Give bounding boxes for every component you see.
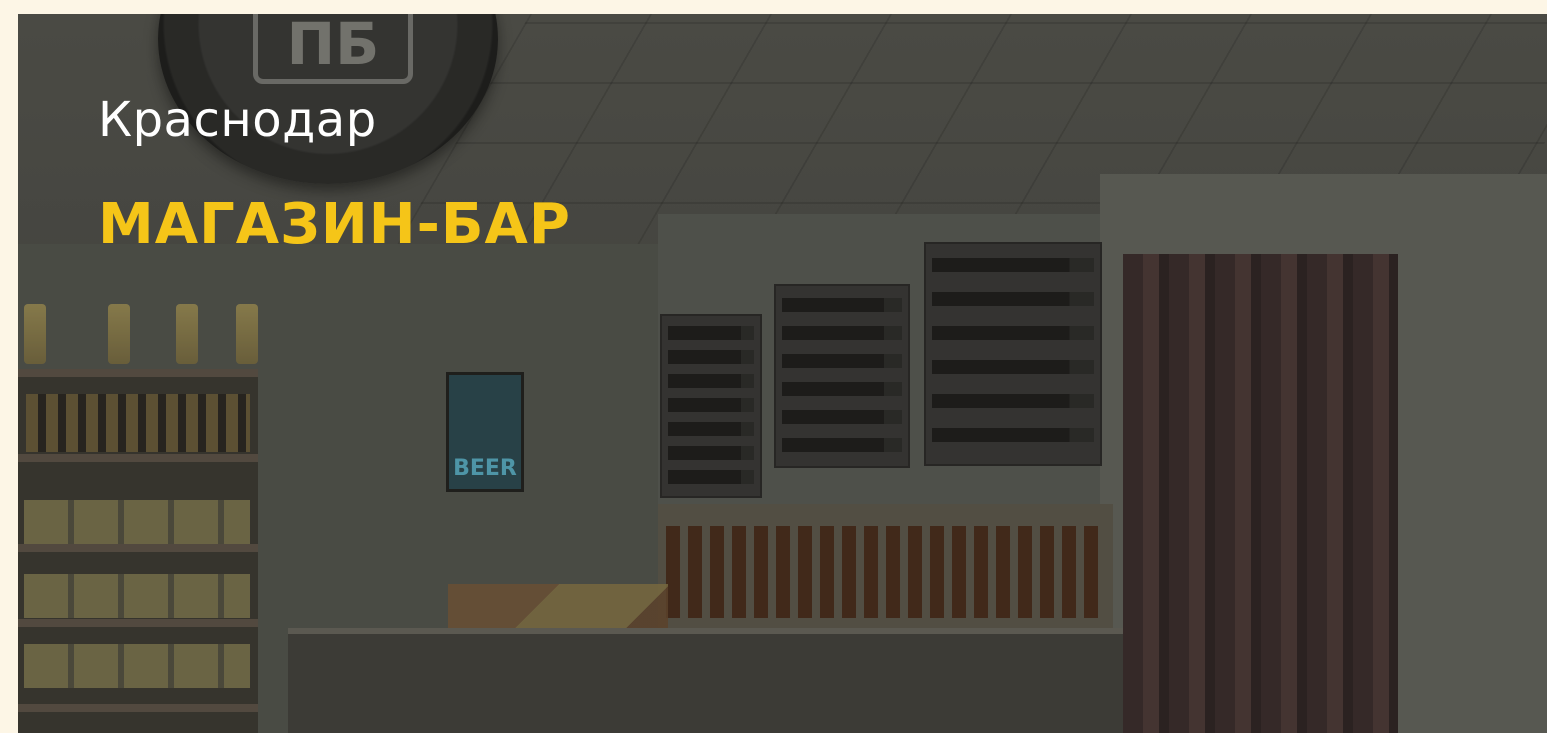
page-title: МАГАЗИН-БАР	[98, 192, 571, 257]
hero-banner: ПБ BEER Краснодар МАГАЗИН-БАР	[18, 14, 1547, 733]
page-frame: ПБ BEER Краснодар МАГАЗИН-БАР	[0, 0, 1547, 733]
city-heading: Краснодар	[98, 92, 377, 148]
